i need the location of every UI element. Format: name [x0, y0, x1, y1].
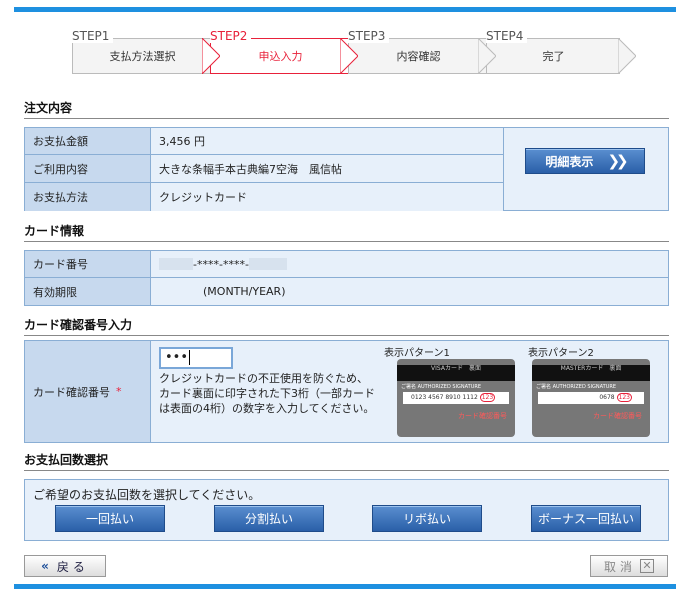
step-chevron-icon [340, 38, 358, 74]
cvv-help-text: クレジットカードの不正使用を防ぐため、カード裏面に印字された下3桁（一部カードは… [159, 372, 375, 415]
step-1: STEP1 支払方法選択 [72, 30, 212, 76]
card-table: カード番号 -****-****- 有効期限 (MONTH/YEAR) [24, 250, 669, 306]
step-chevron-icon [478, 38, 496, 74]
step-chevron-icon [202, 38, 220, 74]
cvv-table: カード確認番号 * ••• クレジットカードの不正使用を防ぐため、カード裏面に印… [24, 340, 669, 443]
bottom-accent-bar [14, 584, 676, 589]
top-accent-bar [14, 7, 676, 12]
revolving-payment-button[interactable]: リボ払い [372, 505, 482, 532]
installments-panel: ご希望のお支払回数を選択してください。 一回払い 分割払い リボ払い ボーナス一… [24, 479, 669, 541]
double-chevron-left-icon: « [41, 559, 49, 573]
method-label: お支払方法 [25, 183, 151, 211]
bonus-payment-button[interactable]: ボーナス一回払い [531, 505, 641, 532]
masked-digits [159, 258, 193, 270]
item-label: ご利用内容 [25, 155, 151, 183]
step-chevron-icon [618, 38, 636, 74]
step-1-number: STEP1 [72, 30, 114, 43]
single-payment-button[interactable]: 一回払い [55, 505, 165, 532]
masked-digits [248, 258, 287, 270]
step-2-label: 申込入力 [210, 38, 350, 74]
installments-prompt: ご希望のお支払回数を選択してください。 [33, 488, 261, 502]
method-value: クレジットカード [151, 183, 503, 211]
required-mark: * [116, 385, 122, 398]
pattern2-title: 表示パターン2 [528, 348, 594, 359]
step-4-number: STEP4 [486, 30, 528, 43]
item-value: 大きな条幅手本古典編7空海 風信帖 [151, 155, 503, 183]
installments-heading: お支払回数選択 [24, 451, 669, 471]
cvv-input[interactable]: ••• [159, 347, 233, 369]
card-back-pattern1: VISAカード 裏面 ご署名 AUTHORIZED SIGNATURE 0123… [397, 359, 515, 437]
expiry-value: (MONTH/YEAR) [151, 278, 668, 305]
step-3: STEP3 内容確認 [348, 30, 488, 76]
step-1-label: 支払方法選択 [72, 38, 212, 74]
expiry-label: 有効期限 [25, 278, 151, 305]
order-table: お支払金額 3,456 円 ご利用内容 大きな条幅手本古典編7空海 風信帖 お支… [24, 127, 669, 211]
close-icon: ✕ [640, 559, 654, 573]
double-chevron-right-icon: ❯❯ [607, 152, 628, 170]
card-back-pattern2: MASTERカード 裏面 ご署名 AUTHORIZED SIGNATURE 06… [532, 359, 650, 437]
details-button-label: 明細表示 [545, 154, 594, 169]
step-2-number: STEP2 [210, 30, 252, 43]
step-indicator: STEP1 支払方法選択 STEP2 申込入力 STEP3 内容確認 STEP4… [72, 30, 636, 76]
back-button[interactable]: « 戻る [24, 555, 106, 577]
step-4-label: 完了 [486, 38, 620, 74]
step-4: STEP4 完了 [486, 30, 620, 76]
installment-payment-button[interactable]: 分割払い [214, 505, 324, 532]
cvv-heading: カード確認番号入力 [24, 316, 669, 336]
card-heading: カード情報 [24, 222, 669, 242]
card-number-label: カード番号 [25, 251, 151, 278]
pattern1-title: 表示パターン1 [384, 348, 450, 359]
details-button[interactable]: 明細表示 ❯❯ [525, 148, 645, 174]
amount-value: 3,456 円 [151, 128, 503, 155]
step-3-number: STEP3 [348, 30, 390, 43]
cancel-button[interactable]: 取消 ✕ [590, 555, 668, 577]
card-number-value: -****-****- [151, 251, 668, 278]
order-heading: 注文内容 [24, 99, 669, 119]
step-3-label: 内容確認 [348, 38, 488, 74]
amount-label: お支払金額 [25, 128, 151, 155]
step-2: STEP2 申込入力 [210, 30, 350, 76]
cvv-label: カード確認番号 * [25, 341, 151, 442]
